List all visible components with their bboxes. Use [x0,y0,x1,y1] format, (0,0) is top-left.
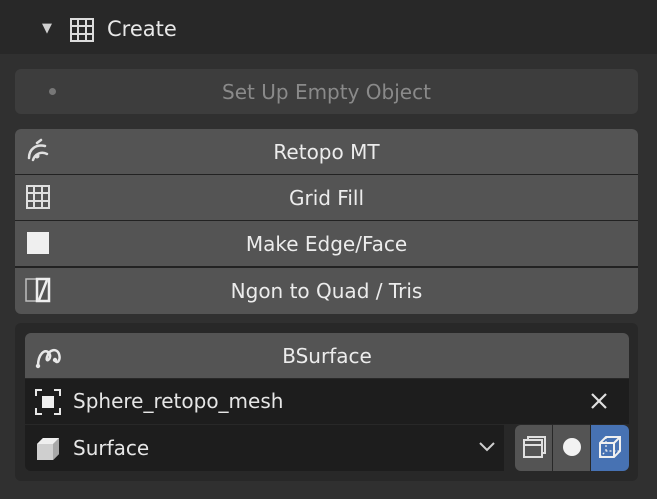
solid-display-toggle[interactable] [553,425,590,471]
surface-icon [37,438,59,460]
wireframe-icon [523,436,546,458]
dot-icon [49,88,56,95]
tools-button-group: Retopo MT Grid Fill Make Edge/Face Ngon … [15,129,638,314]
wireframe-display-toggle[interactable] [515,425,552,471]
grid-fill-icon [70,18,94,42]
bsurface-curve-icon [35,348,61,369]
grid-fill-button[interactable]: Grid Fill [15,175,638,220]
retopo-icon [27,138,49,162]
make-edge-face-button[interactable]: Make Edge/Face [15,221,638,266]
bsurface-button[interactable]: BSurface [25,333,629,378]
triangle-down-icon[interactable]: ▼ [42,21,52,36]
setup-empty-object-button[interactable]: Set Up Empty Object [15,69,638,114]
bsurface-label: BSurface [282,343,372,368]
object-field[interactable]: Sphere_retopo_mesh [25,379,629,424]
xray-display-toggle[interactable] [591,425,629,471]
panel-title: Create [107,17,177,41]
grid-fill-icon [26,185,50,209]
ngon-quad-icon [25,277,51,303]
xray-cube-icon [599,436,621,458]
grid-fill-label: Grid Fill [288,185,365,210]
object-icon [35,389,61,415]
ngon-to-quad-tris-button[interactable]: Ngon to Quad / Tris [15,268,638,314]
create-panel-header[interactable]: ▼ Create [0,0,657,54]
square-face-icon [27,232,49,254]
ngon-to-quad-tris-label: Ngon to Quad / Tris [230,279,423,303]
mode-dropdown-value: Surface [73,436,150,460]
solid-sphere-icon [563,438,581,456]
close-icon[interactable] [585,387,613,415]
object-field-value: Sphere_retopo_mesh [73,389,284,413]
setup-empty-object-label: Set Up Empty Object [222,79,431,104]
retopo-mt-label: Retopo MT [273,139,380,164]
make-edge-face-label: Make Edge/Face [245,231,408,256]
chevron-down-icon [479,442,495,452]
retopo-mt-button[interactable]: Retopo MT [15,129,638,174]
mode-dropdown[interactable]: Surface [25,425,504,471]
